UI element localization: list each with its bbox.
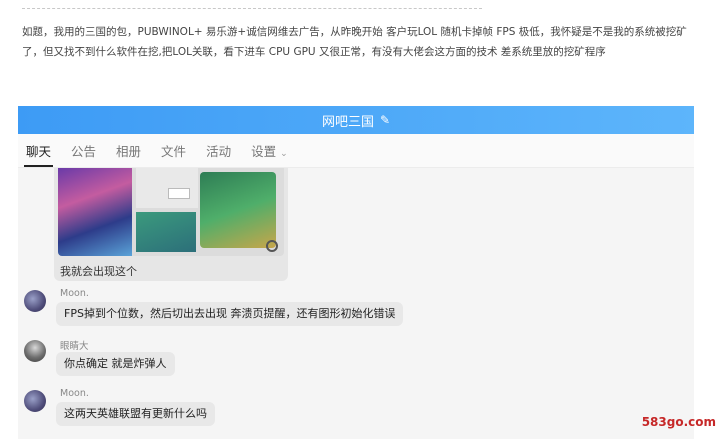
message-bubble: 这两天英雄联盟有更新什么吗: [56, 402, 215, 426]
post-body: 如题，我用的三国的包，PUBWINOL+ 易乐游+诚信网维去广告，从昨晚开始 客…: [22, 26, 687, 58]
message-bubble: FPS掉到个位数，然后切出去出现 奔溃页提醒，还有图形初始化错误: [56, 302, 404, 326]
chat-area[interactable]: 我就会出现这个 Moon. FPS掉到个位数，然后切出去出现 奔溃页提醒，还有图…: [18, 168, 694, 439]
sender-name[interactable]: 眼睛大: [60, 338, 89, 352]
tab-chat[interactable]: 聊天: [23, 141, 54, 167]
sender-name[interactable]: Moon.: [60, 388, 89, 399]
tab-bar: 聊天 公告 相册 文件 活动 设置 ⌄: [18, 134, 694, 168]
game-art: [58, 168, 132, 256]
game-card-art: [200, 172, 276, 248]
chevron-down-icon: ⌄: [280, 149, 288, 159]
screenshot-image[interactable]: [58, 168, 284, 256]
pencil-icon[interactable]: ✎: [380, 113, 390, 127]
tab-activity[interactable]: 活动: [206, 141, 231, 167]
tab-files[interactable]: 文件: [161, 141, 186, 167]
divider: [22, 8, 482, 9]
avatar[interactable]: [24, 290, 46, 312]
group-header: 网吧三国 ✎: [18, 106, 694, 134]
watermark: 583go.com: [641, 415, 716, 429]
tab-settings-label: 设置: [251, 144, 277, 159]
tab-announcement[interactable]: 公告: [71, 141, 96, 167]
sender-name[interactable]: Moon.: [60, 288, 89, 299]
image-caption: 我就会出现这个: [60, 265, 137, 278]
avatar[interactable]: [24, 390, 46, 412]
message-bubble: 你点确定 就是炸弹人: [56, 352, 175, 376]
tab-album[interactable]: 相册: [116, 141, 141, 167]
group-chat-panel: 网吧三国 ✎ 聊天 公告 相册 文件 活动 设置 ⌄ 我就会出现这个 Moon. …: [18, 106, 694, 439]
group-title: 网吧三国: [321, 114, 374, 130]
zoom-icon[interactable]: [266, 240, 278, 252]
image-message-bubble[interactable]: 我就会出现这个: [54, 168, 288, 281]
avatar[interactable]: [24, 340, 46, 362]
tab-settings[interactable]: 设置 ⌄: [251, 141, 288, 167]
